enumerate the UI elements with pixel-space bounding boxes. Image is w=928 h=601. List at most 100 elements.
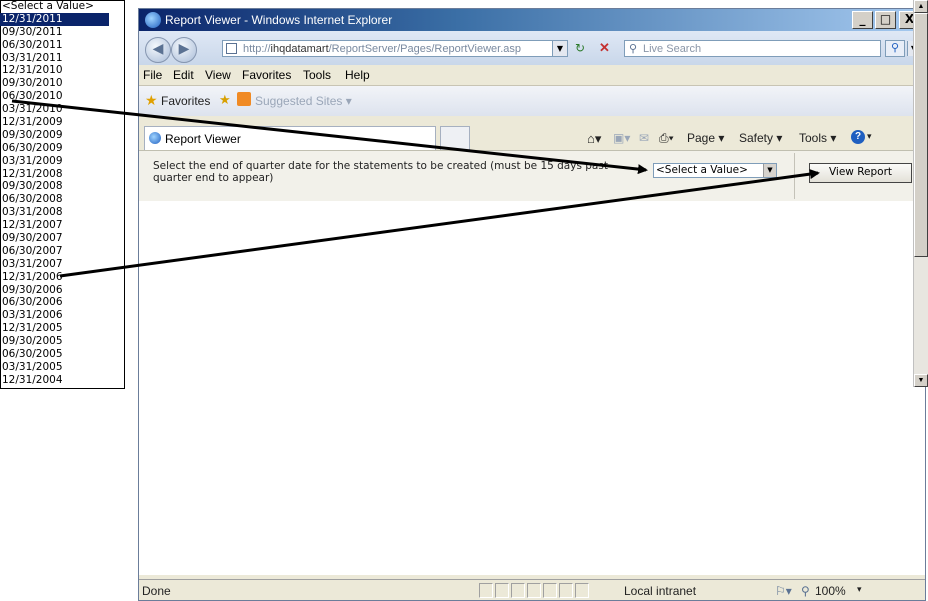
select-value: <Select a Value> bbox=[656, 164, 748, 176]
suggested-sites-icon bbox=[237, 92, 251, 106]
add-favorite-icon[interactable]: ★ bbox=[219, 92, 231, 108]
window-title: Report Viewer - Windows Internet Explore… bbox=[165, 13, 393, 27]
quarter-date-select[interactable]: <Select a Value> ▼ bbox=[653, 163, 777, 178]
zoom-dropdown-icon[interactable]: ▾ bbox=[857, 584, 862, 595]
parameter-divider bbox=[794, 153, 795, 199]
menu-bar: File Edit View Favorites Tools Help bbox=[139, 65, 925, 86]
status-cell bbox=[511, 583, 525, 598]
status-cell bbox=[575, 583, 589, 598]
dropdown-option[interactable]: 06/30/2007 bbox=[0, 245, 109, 258]
dropdown-option[interactable]: 09/30/2010 bbox=[0, 77, 109, 90]
status-cell bbox=[543, 583, 557, 598]
dropdown-option[interactable]: 12/31/2009 bbox=[0, 116, 109, 129]
security-zone: Local intranet bbox=[624, 584, 697, 598]
dropdown-option[interactable]: 06/30/2005 bbox=[0, 348, 109, 361]
page-menu[interactable]: Page ▾ bbox=[687, 131, 724, 145]
tools-menu[interactable]: Tools ▾ bbox=[799, 131, 836, 145]
status-cell bbox=[527, 583, 541, 598]
dropdown-option[interactable]: <Select a Value> bbox=[0, 0, 109, 13]
status-text: Done bbox=[142, 584, 171, 598]
menu-tools[interactable]: Tools bbox=[303, 68, 331, 82]
dropdown-option[interactable]: 06/30/2011 bbox=[0, 39, 109, 52]
report-content-area bbox=[139, 201, 925, 575]
dropdown-option[interactable]: 09/30/2007 bbox=[0, 232, 109, 245]
dropdown-option[interactable]: 03/31/2009 bbox=[0, 155, 109, 168]
minimize-button[interactable]: _ bbox=[852, 11, 873, 29]
dropdown-option[interactable]: 06/30/2009 bbox=[0, 142, 109, 155]
zoom-level[interactable]: 100% bbox=[815, 584, 846, 598]
address-url: http://ihqdatamart/ReportServer/Pages/Re… bbox=[243, 43, 522, 55]
ie-logo-icon bbox=[145, 12, 161, 28]
dropdown-option[interactable]: 03/31/2006 bbox=[0, 309, 109, 322]
dropdown-option[interactable]: 12/31/2004 bbox=[0, 374, 109, 387]
safety-menu[interactable]: Safety ▾ bbox=[739, 131, 782, 145]
suggested-sites-button[interactable]: Suggested Sites ▾ bbox=[255, 94, 352, 108]
status-bar: Done Local intranet ⚐▾ ⚲ 100% ▾ bbox=[139, 579, 925, 600]
quarter-date-dropdown[interactable]: <Select a Value> 12/31/2011 09/30/2011 06/3… bbox=[0, 0, 928, 389]
search-placeholder: Live Search bbox=[643, 43, 702, 55]
zoom-icon[interactable]: ⚲ bbox=[801, 584, 810, 598]
title-bar[interactable]: Report Viewer - Windows Internet Explore… bbox=[139, 9, 925, 31]
tab-bar: Report Viewer ⌂▾ ▣▾ ✉ ⎙▾ Page ▾ Safety ▾… bbox=[139, 116, 925, 150]
status-cell bbox=[479, 583, 493, 598]
menu-edit[interactable]: Edit bbox=[173, 68, 194, 82]
dropdown-option[interactable]: 12/31/2007 bbox=[0, 219, 109, 232]
menu-help[interactable]: Help bbox=[345, 68, 370, 82]
dropdown-option[interactable]: 09/30/2008 bbox=[0, 180, 109, 193]
view-report-button[interactable]: View Report bbox=[809, 163, 912, 183]
search-input[interactable]: ⚲ Live Search bbox=[624, 40, 881, 57]
dropdown-option[interactable]: 06/30/2010 bbox=[0, 90, 109, 103]
home-icon[interactable]: ⌂▾ bbox=[587, 131, 601, 147]
dropdown-option[interactable]: 12/31/2005 bbox=[0, 322, 109, 335]
dropdown-option[interactable]: 06/30/2008 bbox=[0, 193, 109, 206]
report-parameters: Select the end of quarter date for the s… bbox=[139, 150, 925, 202]
menu-view[interactable]: View bbox=[205, 68, 231, 82]
dropdown-option[interactable]: 03/31/2008 bbox=[0, 206, 109, 219]
dropdown-option[interactable]: 03/31/2005 bbox=[0, 361, 109, 374]
dropdown-option[interactable]: 03/31/2010 bbox=[0, 103, 109, 116]
dropdown-option[interactable]: 09/30/2005 bbox=[0, 335, 109, 348]
tab-report-viewer[interactable]: Report Viewer bbox=[144, 126, 436, 150]
dropdown-options: <Select a Value> 12/31/2011 09/30/2011 06/3… bbox=[0, 0, 109, 387]
dropdown-option[interactable]: 12/31/2006 bbox=[0, 271, 109, 284]
forward-icon[interactable]: ▶ bbox=[171, 37, 197, 63]
search-magnifier-icon: ⚲ bbox=[629, 43, 638, 55]
tab-ie-icon bbox=[149, 132, 161, 144]
dropdown-option[interactable]: 12/31/2011 bbox=[0, 12, 109, 26]
new-tab-button[interactable] bbox=[440, 126, 470, 150]
print-icon[interactable]: ⎙▾ bbox=[659, 131, 674, 146]
dropdown-option[interactable]: 03/31/2011 bbox=[0, 52, 109, 65]
help-dropdown-icon[interactable]: ▾ bbox=[867, 131, 872, 142]
select-arrow-icon[interactable]: ▼ bbox=[763, 164, 776, 177]
dropdown-option[interactable]: 03/31/2007 bbox=[0, 258, 109, 271]
favorites-button[interactable]: Favorites bbox=[161, 94, 210, 108]
dropdown-option[interactable]: 06/30/2006 bbox=[0, 296, 109, 309]
mail-icon[interactable]: ✉ bbox=[639, 131, 649, 145]
refresh-icon[interactable]: ↻ bbox=[575, 41, 593, 56]
favorites-bar: ★ Favorites ★ Suggested Sites ▾ bbox=[139, 86, 925, 117]
address-input[interactable]: http://ihqdatamart/ReportServer/Pages/Re… bbox=[222, 40, 568, 57]
address-toolbar: ◀ ▶ http://ihqdatamart/ReportServer/Page… bbox=[139, 31, 925, 65]
protected-mode-icon[interactable]: ⚐▾ bbox=[775, 584, 792, 598]
help-icon[interactable]: ? bbox=[851, 130, 865, 144]
status-cell bbox=[495, 583, 509, 598]
browser-window: Report Viewer - Windows Internet Explore… bbox=[138, 8, 926, 601]
dropdown-option[interactable]: 09/30/2011 bbox=[0, 26, 109, 39]
page-icon bbox=[226, 43, 237, 54]
quarter-date-label: Select the end of quarter date for the s… bbox=[153, 160, 608, 184]
menu-file[interactable]: File bbox=[143, 68, 162, 82]
feeds-icon[interactable]: ▣▾ bbox=[613, 131, 630, 145]
tab-title: Report Viewer bbox=[165, 132, 241, 146]
dropdown-option[interactable]: 12/31/2010 bbox=[0, 64, 109, 77]
search-go-icon[interactable]: ⚲ bbox=[885, 40, 905, 57]
dropdown-option[interactable]: 09/30/2009 bbox=[0, 129, 109, 142]
back-icon[interactable]: ◀ bbox=[145, 37, 171, 63]
dropdown-option[interactable]: 09/30/2006 bbox=[0, 284, 109, 297]
address-dropdown-icon[interactable]: ▼ bbox=[552, 41, 567, 56]
favorites-star-icon: ★ bbox=[145, 92, 158, 108]
dropdown-option[interactable]: 12/31/2008 bbox=[0, 168, 109, 181]
status-cell bbox=[559, 583, 573, 598]
menu-favorites[interactable]: Favorites bbox=[242, 68, 291, 82]
stop-icon[interactable]: ✕ bbox=[599, 40, 615, 55]
maximize-button[interactable]: □ bbox=[875, 11, 896, 29]
